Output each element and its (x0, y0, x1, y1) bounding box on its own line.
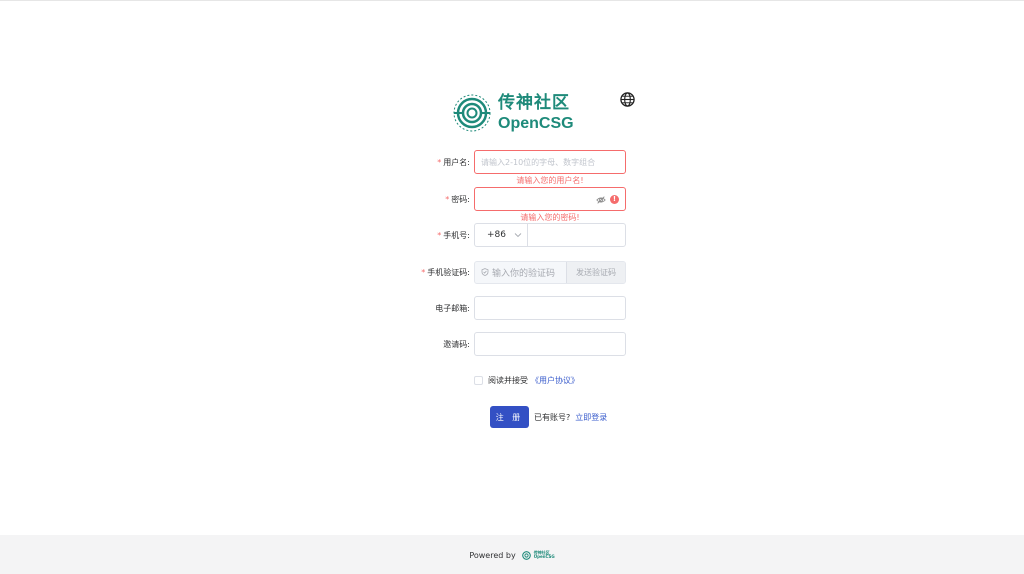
opencsg-logo-icon (453, 94, 491, 132)
phone-code-input[interactable]: 输入你的验证码 (475, 262, 566, 283)
globe-icon[interactable] (620, 92, 635, 107)
user-agreement-link[interactable]: 《用户协议》 (531, 375, 579, 386)
email-row: 电子邮箱: (400, 296, 640, 320)
password-error: 请输入您的密码! (520, 213, 580, 222)
eye-off-icon[interactable] (596, 195, 606, 205)
powered-by-text: Powered by (469, 550, 516, 560)
send-code-button[interactable]: 发送验证码 (566, 261, 625, 283)
phone-row: * 手机号: +86 (400, 223, 640, 247)
invite-row: 邀请码: (400, 332, 640, 356)
opencsg-small-logo-icon (521, 550, 531, 560)
shield-check-icon (481, 268, 489, 276)
email-label: 电子邮箱: (435, 303, 470, 313)
username-label: * 用户名: (437, 157, 470, 167)
login-link[interactable]: 立即登录 (575, 412, 607, 423)
brand-logo: 传神社区 OpenCSG (452, 93, 574, 133)
phone-code-row: * 手机验证码: 输入你的验证码 发送验证码 (400, 260, 640, 284)
password-input[interactable]: ! (474, 187, 626, 211)
brand-name-cn: 传神社区 (498, 92, 570, 113)
username-placeholder: 请输入2-10位的字母、数字组合 (481, 157, 596, 167)
phone-code-placeholder: 输入你的验证码 (492, 268, 556, 279)
username-input[interactable]: 请输入2-10位的字母、数字组合 (474, 150, 626, 174)
footer-logo: 传神社区 OpenCSG (521, 550, 555, 560)
footer: Powered by 传神社区 OpenCSG (0, 535, 1024, 574)
username-row: * 用户名: 请输入2-10位的字母、数字组合 (400, 150, 640, 174)
country-code-value: +86 (487, 230, 506, 240)
brand-name-en: OpenCSG (498, 114, 574, 132)
password-row: * 密码: ! (400, 187, 640, 211)
agreement-checkbox[interactable] (474, 376, 483, 385)
country-code-select[interactable]: +86 (475, 224, 528, 246)
agreement-row: 阅读并接受 《用户协议》 (474, 375, 579, 386)
invite-code-input[interactable] (474, 332, 626, 356)
password-label: * 密码: (445, 194, 470, 204)
footer-brand-en: OpenCSG (533, 554, 555, 559)
register-button[interactable]: 注 册 (490, 406, 529, 428)
email-input[interactable] (474, 296, 626, 320)
phone-label: * 手机号: (437, 230, 470, 240)
chevron-down-icon (514, 233, 522, 238)
submit-row: 注 册 已有账号? 立即登录 (490, 406, 607, 428)
phone-code-field: 输入你的验证码 发送验证码 (474, 260, 626, 284)
username-error: 请输入您的用户名! (516, 176, 584, 185)
phone-code-label: * 手机验证码: (421, 267, 470, 277)
agreement-text: 阅读并接受 (488, 376, 528, 385)
invite-label: 邀请码: (443, 339, 470, 349)
phone-input[interactable] (528, 224, 625, 246)
has-account-text: 已有账号? (534, 412, 571, 422)
phone-field: +86 (474, 223, 626, 247)
error-icon: ! (610, 195, 619, 204)
